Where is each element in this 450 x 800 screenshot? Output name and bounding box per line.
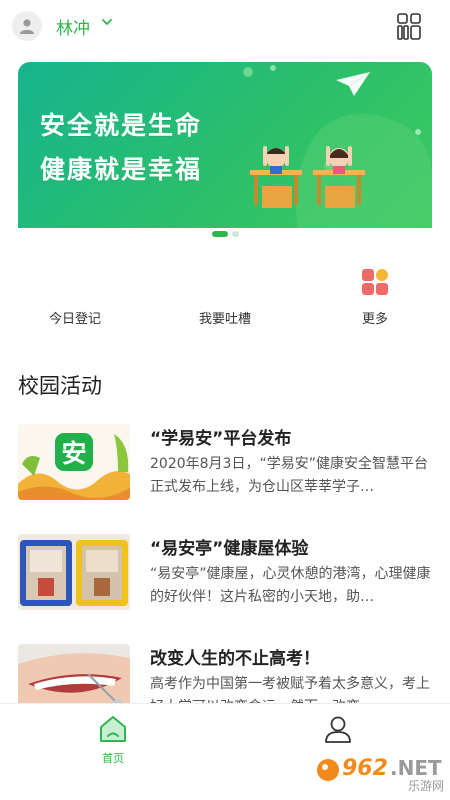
- user-avatar-icon: [20, 19, 34, 34]
- banner-carousel[interactable]: 安全就是生命 健康就是幸福: [18, 62, 432, 228]
- grid-menu-icon[interactable]: [394, 12, 424, 42]
- quick-item-label: 我要吐槽: [198, 312, 251, 327]
- health-booth-image: [18, 534, 130, 610]
- banner-slide[interactable]: 安全就是生命 健康就是幸福: [18, 62, 432, 228]
- watermark-cn: 乐游网: [408, 779, 444, 793]
- site-watermark: 962 .NET 乐游网: [312, 750, 450, 793]
- avatar[interactable]: [12, 11, 42, 41]
- watermark-net: .NET: [390, 756, 442, 780]
- home-icon: [100, 716, 126, 742]
- quick-item-label: 今日登记: [48, 312, 101, 327]
- banner-illustration: [243, 65, 432, 228]
- section-title: 校园活动: [18, 374, 102, 398]
- carousel-dot[interactable]: [232, 231, 239, 237]
- tab-home[interactable]: 首页: [73, 714, 153, 766]
- article-thumbnail: 安: [18, 424, 130, 500]
- profile-icon: [325, 716, 351, 743]
- watermark-number: 962: [342, 756, 388, 781]
- article-item[interactable]: 安 “学易安”平台发布 2020年8月3日，“学易安”健康安全智慧平台正式发布上…: [18, 424, 438, 504]
- app-logo-char: 安: [61, 439, 86, 468]
- app-logo-image: 安: [18, 433, 130, 500]
- article-title: “易安亭”健康屋体验: [150, 539, 309, 559]
- watermark-logo: 962 .NET 乐游网: [312, 748, 450, 794]
- tab-profile[interactable]: [298, 714, 378, 748]
- quick-menu: 今日登记 我要吐槽 更多: [0, 264, 450, 334]
- tab-home-label: 首页: [102, 752, 124, 765]
- article-item[interactable]: “易安亭”健康屋体验 “易安亭”健康屋，心灵休憩的港湾，心理健康的好伙伴！这片私…: [18, 534, 438, 614]
- carousel-dot-active[interactable]: [212, 231, 228, 237]
- chevron-down-icon[interactable]: [102, 18, 112, 26]
- more-apps-icon: [362, 269, 388, 295]
- article-summary: “易安亭”健康屋，心灵休憩的港湾，心理健康的好伙伴！这片私密的小天地，助…: [150, 566, 431, 605]
- banner-headline: 安全就是生命: [40, 111, 203, 140]
- top-bar: 林冲: [0, 0, 450, 56]
- carousel-indicator: [212, 231, 239, 237]
- article-title: 改变人生的不止高考！: [150, 649, 320, 669]
- article-title: “学易安”平台发布: [150, 429, 292, 449]
- article-summary: 2020年8月3日，“学易安”健康安全智慧平台正式发布上线，为仓山区莘莘学子…: [150, 456, 428, 495]
- article-thumbnail: [18, 534, 130, 610]
- user-name[interactable]: 林冲: [56, 14, 90, 39]
- quick-item-label: 更多: [361, 312, 388, 327]
- banner-subheadline: 健康就是幸福: [40, 155, 203, 184]
